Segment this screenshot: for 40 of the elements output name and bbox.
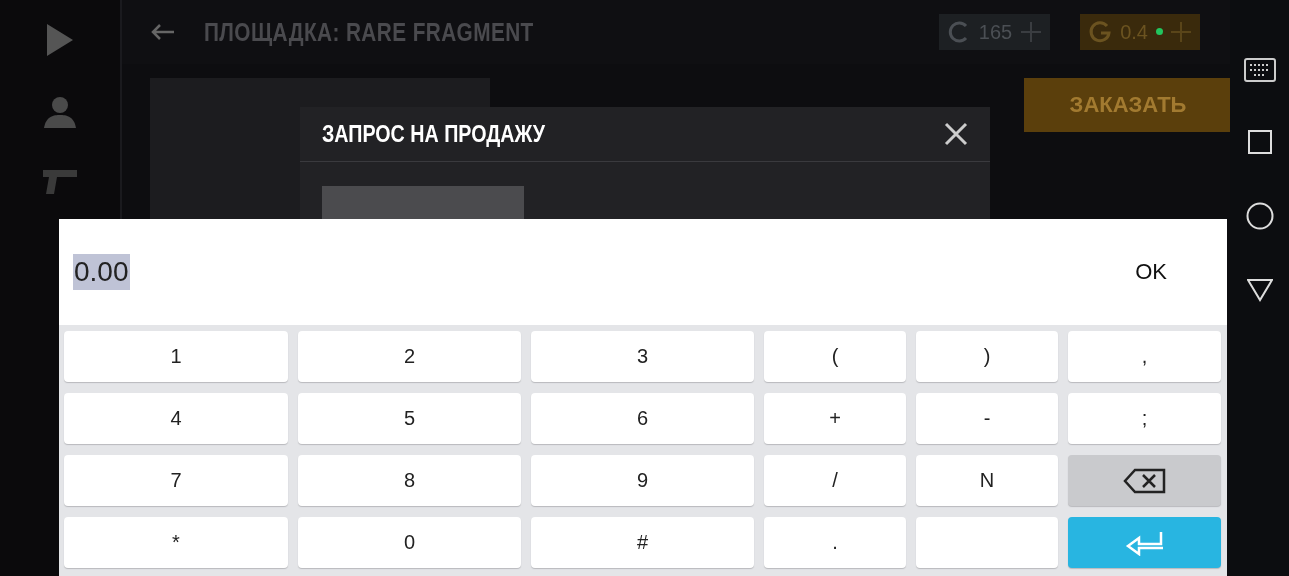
- key[interactable]: *: [64, 517, 288, 568]
- plus-icon: [1170, 21, 1192, 43]
- key[interactable]: ;: [1068, 393, 1221, 444]
- key[interactable]: 3: [531, 331, 754, 382]
- key[interactable]: N: [916, 455, 1058, 506]
- key[interactable]: 9: [531, 455, 754, 506]
- enter-icon: [1124, 529, 1165, 556]
- back-icon[interactable]: [1246, 278, 1273, 302]
- key[interactable]: ): [916, 331, 1058, 382]
- key[interactable]: ,: [1068, 331, 1221, 382]
- key[interactable]: 2: [298, 331, 521, 382]
- ok-button[interactable]: OK: [1115, 251, 1187, 293]
- key[interactable]: 1: [64, 331, 288, 382]
- key[interactable]: (: [764, 331, 906, 382]
- key[interactable]: 0: [298, 517, 521, 568]
- key[interactable]: 5: [298, 393, 521, 444]
- key[interactable]: /: [764, 455, 906, 506]
- status-dot: [1156, 28, 1164, 35]
- close-icon[interactable]: [944, 122, 968, 146]
- keyboard-icon[interactable]: [1243, 58, 1276, 82]
- key[interactable]: -: [916, 393, 1058, 444]
- key[interactable]: +: [764, 393, 906, 444]
- key[interactable]: 7: [64, 455, 288, 506]
- premium-currency-icon: [1088, 20, 1113, 44]
- dialog-title: ЗАПРОС НА ПРОДАЖУ: [322, 120, 545, 148]
- key[interactable]: 4: [64, 393, 288, 444]
- home-icon[interactable]: [1245, 202, 1274, 230]
- recent-apps-icon[interactable]: [1247, 130, 1272, 154]
- input-value: 0.00: [73, 254, 130, 290]
- key[interactable]: 6: [531, 393, 754, 444]
- key[interactable]: .: [764, 517, 906, 568]
- play-icon[interactable]: [47, 24, 73, 56]
- backspace-key[interactable]: [1068, 455, 1221, 506]
- back-arrow-icon[interactable]: [150, 23, 174, 41]
- input-field[interactable]: 0.00 OK: [59, 219, 1227, 325]
- backspace-icon: [1122, 467, 1167, 494]
- key[interactable]: #: [531, 517, 754, 568]
- plus-icon: [1020, 21, 1043, 43]
- page-title: ПЛОЩАДКА: RARE FRAGMENT: [204, 16, 535, 48]
- key[interactable]: 8: [298, 455, 521, 506]
